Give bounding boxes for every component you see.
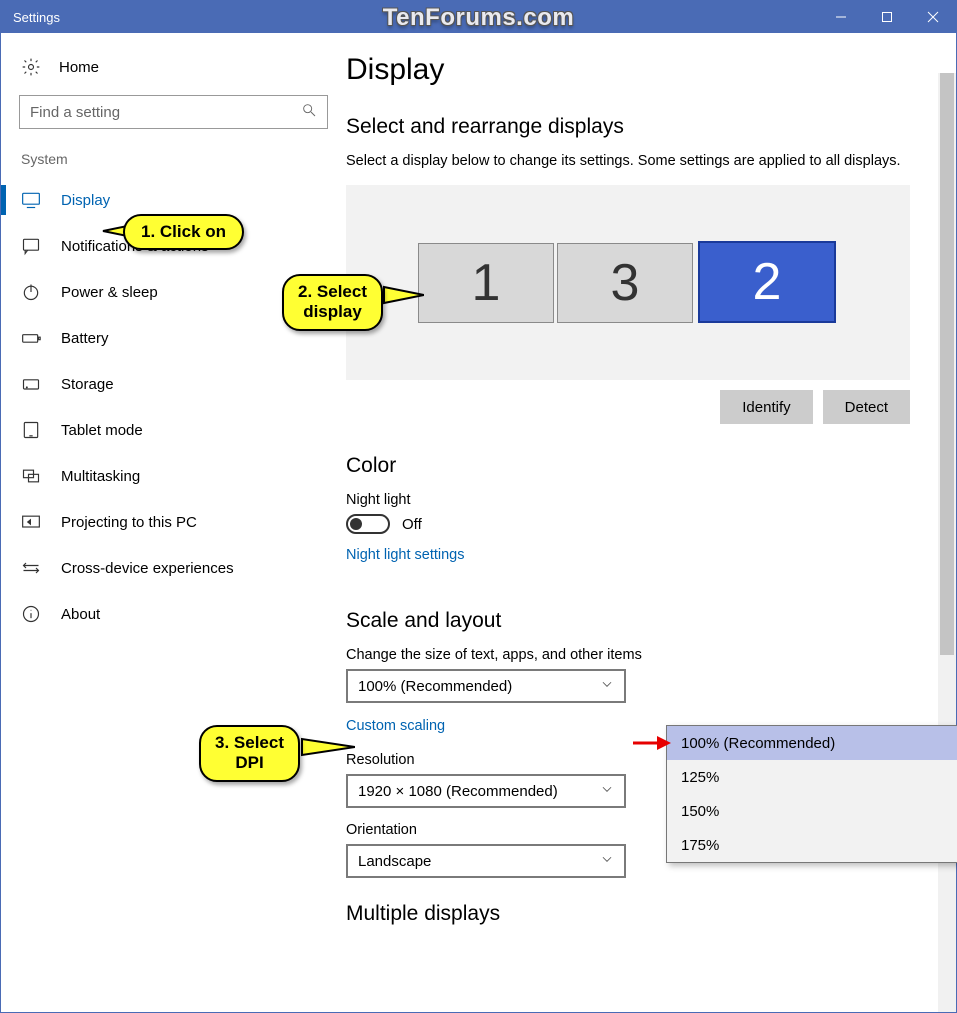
home-label: Home: [59, 59, 99, 76]
display-box-1[interactable]: 1: [418, 243, 554, 323]
sidebar-item-label: Cross-device experiences: [61, 560, 234, 577]
orientation-select[interactable]: Landscape: [346, 844, 626, 878]
dropdown-option[interactable]: 175%: [667, 828, 957, 862]
titlebar: Settings: [1, 1, 956, 33]
display-number: 2: [753, 252, 782, 312]
minimize-button[interactable]: [818, 1, 864, 33]
nightlight-settings-link[interactable]: Night light settings: [346, 547, 464, 563]
battery-icon: [21, 328, 41, 348]
section-label: System: [1, 151, 346, 177]
multitask-icon: [21, 466, 41, 486]
section-scale: Scale and layout: [346, 609, 910, 633]
dropdown-option[interactable]: 150%: [667, 794, 957, 828]
option-label: 150%: [681, 803, 719, 820]
callout-line: 3. Select: [215, 733, 284, 753]
tablet-icon: [21, 420, 41, 440]
scale-label: Change the size of text, apps, and other…: [346, 647, 910, 663]
callout-tail: [300, 736, 355, 758]
custom-scaling-link[interactable]: Custom scaling: [346, 718, 445, 734]
sidebar-item-label: Power & sleep: [61, 284, 158, 301]
sidebar: Home Find a setting System Display Notif…: [1, 33, 346, 1012]
nightlight-toggle[interactable]: [346, 514, 390, 534]
display-number: 1: [472, 253, 501, 313]
sidebar-item-multitasking[interactable]: Multitasking: [1, 453, 346, 499]
display-number: 3: [611, 253, 640, 313]
display-arrange-area[interactable]: 1 3 2: [346, 185, 910, 380]
callout-1: 1. Click on: [123, 214, 244, 250]
sidebar-item-label: Storage: [61, 376, 114, 393]
detect-button[interactable]: Detect: [823, 390, 910, 424]
nightlight-state: Off: [402, 516, 422, 533]
option-label: 175%: [681, 837, 719, 854]
chevron-down-icon: [600, 677, 614, 695]
project-icon: [21, 512, 41, 532]
section-multiple: Multiple displays: [346, 902, 910, 926]
dropdown-option[interactable]: 125%: [667, 760, 957, 794]
sidebar-item-label: Multitasking: [61, 468, 140, 485]
callout-tail: [382, 284, 424, 306]
sidebar-item-projecting[interactable]: Projecting to this PC: [1, 499, 346, 545]
callout-line: 2. Select: [298, 282, 367, 302]
window-title: Settings: [13, 10, 60, 25]
info-icon: [21, 604, 41, 624]
dropdown-option[interactable]: 100% (Recommended): [667, 726, 957, 760]
home-link[interactable]: Home: [1, 53, 346, 95]
settings-window: Settings TenForums.com Home Find a setti…: [0, 0, 957, 1013]
sidebar-item-label: Battery: [61, 330, 109, 347]
select-description: Select a display below to change its set…: [346, 153, 910, 169]
section-select-displays: Select and rearrange displays: [346, 115, 910, 139]
option-label: 125%: [681, 769, 719, 786]
gear-icon: [21, 57, 41, 77]
crossdevice-icon: [21, 558, 41, 578]
chat-icon: [21, 236, 41, 256]
scrollbar-thumb[interactable]: [940, 73, 954, 655]
chevron-down-icon: [600, 852, 614, 870]
callout-2: 2. Select display: [282, 274, 383, 331]
sidebar-item-tablet[interactable]: Tablet mode: [1, 407, 346, 453]
scale-select[interactable]: 100% (Recommended): [346, 669, 626, 703]
red-arrow-icon: [631, 734, 671, 752]
sidebar-item-label: Display: [61, 192, 110, 209]
sidebar-item-crossdevice[interactable]: Cross-device experiences: [1, 545, 346, 591]
search-placeholder: Find a setting: [30, 104, 120, 121]
section-color: Color: [346, 454, 910, 478]
sidebar-item-about[interactable]: About: [1, 591, 346, 637]
scale-value: 100% (Recommended): [358, 678, 512, 695]
page-title: Display: [346, 53, 910, 87]
scale-dropdown-list[interactable]: 100% (Recommended) 125% 150% 175%: [666, 725, 957, 863]
content-area: Display Select and rearrange displays Se…: [346, 33, 956, 1012]
maximize-button[interactable]: [864, 1, 910, 33]
callout-3: 3. Select DPI: [199, 725, 300, 782]
resolution-value: 1920 × 1080 (Recommended): [358, 783, 558, 800]
search-icon: [301, 102, 317, 122]
toggle-knob: [350, 518, 362, 530]
callout-line: DPI: [215, 753, 284, 773]
option-label: 100% (Recommended): [681, 735, 835, 752]
scrollbar[interactable]: [938, 73, 956, 1012]
sidebar-item-storage[interactable]: Storage: [1, 361, 346, 407]
chevron-down-icon: [600, 782, 614, 800]
sidebar-item-label: About: [61, 606, 100, 623]
sidebar-item-label: Projecting to this PC: [61, 514, 197, 531]
orientation-value: Landscape: [358, 853, 431, 870]
identify-button[interactable]: Identify: [720, 390, 812, 424]
display-box-2[interactable]: 2: [698, 241, 836, 323]
nightlight-label: Night light: [346, 492, 910, 508]
callout-line: display: [298, 302, 367, 322]
monitor-icon: [21, 190, 41, 210]
sidebar-item-label: Tablet mode: [61, 422, 143, 439]
resolution-select[interactable]: 1920 × 1080 (Recommended): [346, 774, 626, 808]
storage-icon: [21, 374, 41, 394]
close-button[interactable]: [910, 1, 956, 33]
power-icon: [21, 282, 41, 302]
search-input[interactable]: Find a setting: [19, 95, 328, 129]
display-box-3[interactable]: 3: [557, 243, 693, 323]
